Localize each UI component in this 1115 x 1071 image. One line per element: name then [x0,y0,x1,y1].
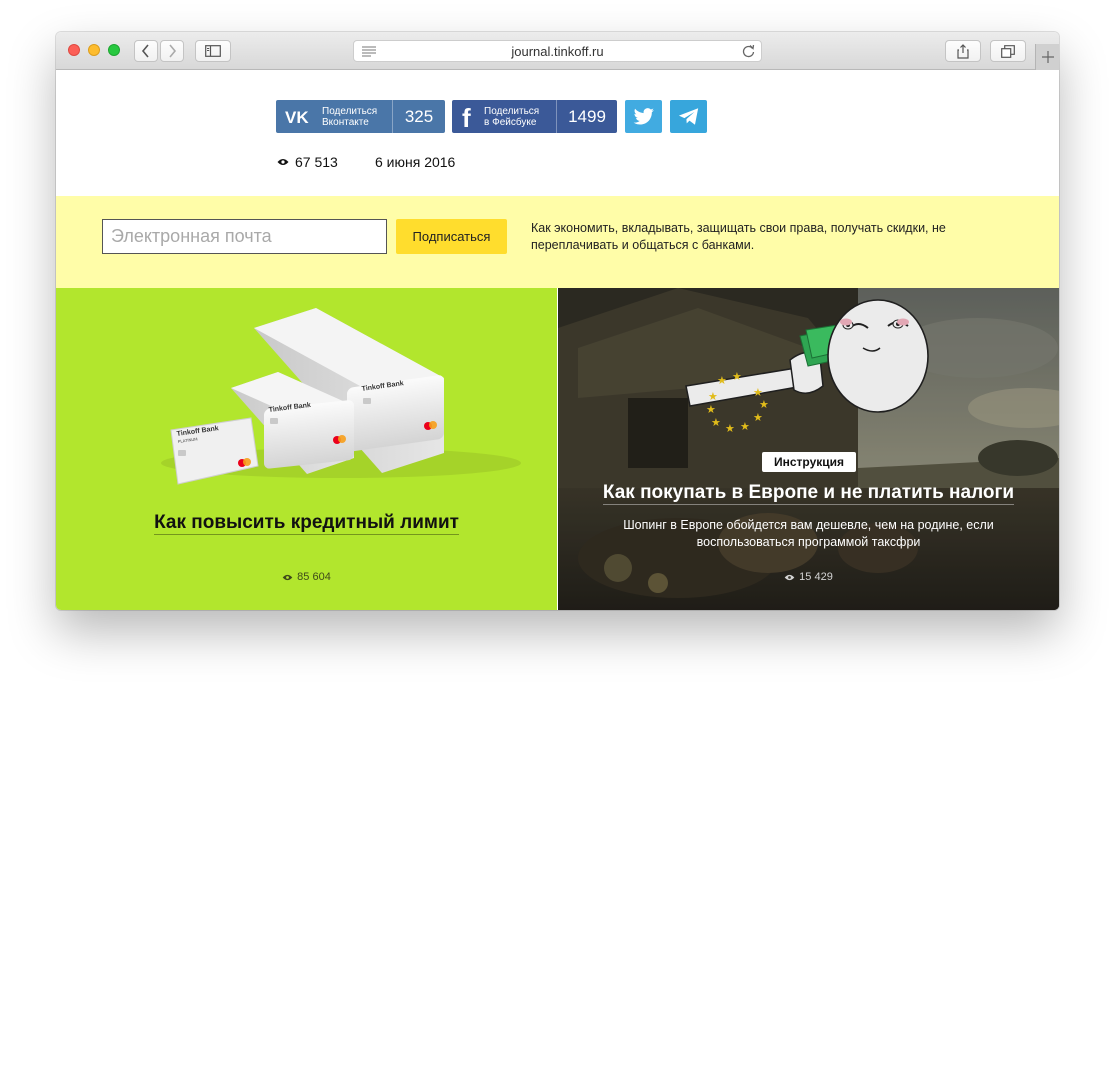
card-views: 15 429 [558,571,1059,583]
twitter-share-button[interactable] [625,100,662,133]
new-tab-button[interactable] [1035,44,1059,70]
card-subtitle: Шопинг в Европе обойдется вам дешевле, ч… [623,518,994,549]
card-title[interactable]: Как покупать в Европе и не платить налог… [558,482,1059,505]
minimize-window-button[interactable] [88,44,100,56]
facebook-share-label: Поделиться в Фейсбуке [482,106,556,128]
facebook-icon: f [452,100,482,133]
article-views: 67 513 [277,154,338,170]
tabs-overview-button[interactable] [990,40,1026,62]
sidebar-button[interactable] [195,40,231,62]
article-date: 6 июня 2016 [375,154,456,170]
back-button[interactable] [134,40,158,62]
eye-icon [784,574,795,580]
forward-icon [169,44,177,58]
fb-label-line1: Поделиться [484,105,540,117]
share-section: VK Поделиться Вконтакте 325 f Поделиться… [56,70,1059,196]
browser-window: journal.tinkoff.ru VK Поделиться Вконтак… [56,32,1059,610]
back-icon [141,44,149,58]
card-title-link[interactable]: Как повысить кредитный лимит [154,512,459,535]
twitter-icon [633,107,654,125]
close-window-button[interactable] [68,44,80,56]
vk-label-line2: Вконтакте [322,116,369,128]
reload-icon[interactable] [742,44,755,58]
article-card-credit-limit[interactable]: Tinkoff Bank Tinkoff Bank Tinkoff Bank P… [56,288,557,610]
telegram-share-button[interactable] [670,100,707,133]
card-views: 85 604 [56,571,557,583]
subscribe-description: Как экономить, вкладывать, защищать свои… [531,221,946,252]
card-title-link[interactable]: Как покупать в Европе и не платить налог… [602,482,1015,505]
svg-text:VK: VK [285,109,309,125]
url-text: journal.tinkoff.ru [511,43,604,59]
share-icon [957,43,969,59]
vk-share-label: Поделиться Вконтакте [320,106,392,128]
share-page-button[interactable] [945,40,981,62]
telegram-icon [678,108,698,125]
svg-text:f: f [462,104,471,130]
zoom-window-button[interactable] [108,44,120,56]
browser-toolbar: journal.tinkoff.ru [56,32,1059,70]
eye-icon [277,159,289,165]
tinkoff-cards-image: Tinkoff Bank Tinkoff Bank Tinkoff Bank P… [161,308,521,485]
email-field[interactable] [102,219,387,254]
article-category-badge[interactable]: Инструкция [762,452,856,472]
vk-icon: VK [276,100,320,133]
reader-icon[interactable] [362,45,376,57]
article-card-tax-free[interactable]: ★ ★ ★ ★ ★ ★ ★ ★ ★ ★ Инструкция Как покупать в… [558,288,1059,610]
vk-label-line1: Поделиться [322,105,378,117]
card-title[interactable]: Как повысить кредитный лимит [56,512,557,535]
plus-icon [1041,51,1054,63]
eye-icon [282,574,293,580]
facebook-share-count: 1499 [556,100,617,133]
fb-label-line2: в Фейсбуке [484,116,537,128]
card-views-count: 85 604 [297,571,331,583]
vk-share-button[interactable]: VK Поделиться Вконтакте 325 [276,100,445,133]
views-count: 67 513 [295,154,338,170]
facebook-share-button[interactable]: f Поделиться в Фейсбуке 1499 [452,100,617,133]
tabs-icon [1001,44,1015,58]
subscribe-button[interactable]: Подписаться [396,219,507,254]
painting-meme-image: ★ ★ ★★ ★★ ★★ ★★ [558,288,1059,610]
forward-button[interactable] [160,40,184,62]
subscribe-section: Подписаться Как экономить, вкладывать, з… [56,196,1059,288]
address-bar[interactable]: journal.tinkoff.ru [353,40,762,62]
sidebar-icon [205,45,221,57]
vk-share-count: 325 [392,100,445,133]
card-views-count: 15 429 [799,571,833,583]
